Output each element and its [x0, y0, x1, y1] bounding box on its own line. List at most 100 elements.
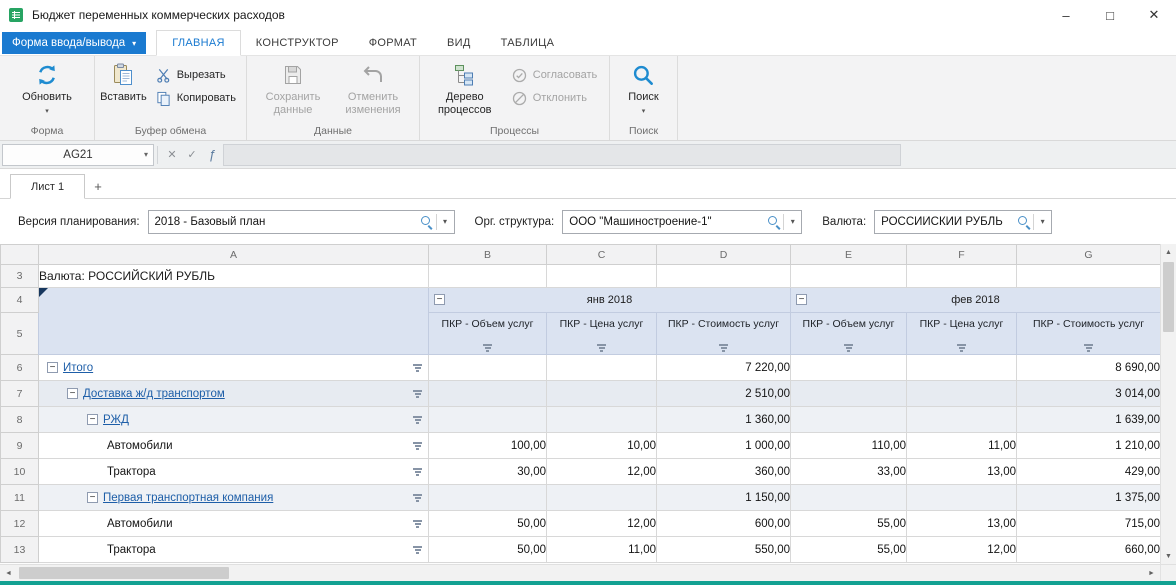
cell-C7[interactable]	[547, 381, 657, 407]
cell-C3[interactable]	[547, 265, 657, 288]
tab-designer[interactable]: КОНСТРУКТОР	[241, 30, 354, 55]
refresh-button[interactable]: Обновить ▾	[22, 59, 72, 118]
cell-B10[interactable]: 30,00	[429, 459, 547, 485]
horizontal-scroll-thumb[interactable]	[19, 567, 229, 579]
sheet-tab-list1[interactable]: Лист 1	[10, 174, 85, 199]
org-dropdown-icon[interactable]: ▾	[784, 217, 801, 226]
paste-button[interactable]: Вставить	[100, 59, 147, 104]
measure-header-6[interactable]: ПКР - Стоимость услуг	[1017, 313, 1161, 355]
measure-header-1[interactable]: ПКР - Объем услуг	[429, 313, 547, 355]
close-button[interactable]: ✕	[1132, 0, 1176, 30]
copy-button[interactable]: Копировать	[151, 88, 241, 108]
cell-F10[interactable]: 13,00	[907, 459, 1017, 485]
currency-dropdown-icon[interactable]: ▾	[1034, 217, 1051, 226]
version-search-icon[interactable]	[420, 215, 433, 228]
row-filter-icon[interactable]	[413, 468, 422, 476]
cell-F8[interactable]	[907, 407, 1017, 433]
cell-D10[interactable]: 360,00	[657, 459, 791, 485]
column-header-C[interactable]: C	[547, 245, 657, 265]
measure-header-2[interactable]: ПКР - Цена услуг	[547, 313, 657, 355]
column-header-B[interactable]: B	[429, 245, 547, 265]
row-filter-icon[interactable]	[413, 364, 422, 372]
horizontal-scrollbar[interactable]: ◄ ►	[0, 564, 1176, 581]
month-group-header-1[interactable]: −янв 2018	[429, 288, 791, 313]
cell-E6[interactable]	[791, 355, 907, 381]
cell-F9[interactable]: 11,00	[907, 433, 1017, 459]
cell-D11[interactable]: 1 150,00	[657, 485, 791, 511]
collapse-month-icon[interactable]: −	[434, 294, 445, 305]
cell-E9[interactable]: 110,00	[791, 433, 907, 459]
maximize-button[interactable]: □	[1088, 0, 1132, 30]
cell-C12[interactable]: 12,00	[547, 511, 657, 537]
search-button[interactable]: Поиск ▾	[628, 59, 658, 118]
month-group-header-2[interactable]: −фев 2018	[791, 288, 1161, 313]
cell-C8[interactable]	[547, 407, 657, 433]
cell-D6[interactable]: 7 220,00	[657, 355, 791, 381]
cell-A6[interactable]: −Итого	[39, 355, 429, 381]
cell-C9[interactable]: 10,00	[547, 433, 657, 459]
cell-B7[interactable]	[429, 381, 547, 407]
cell-F6[interactable]	[907, 355, 1017, 381]
row-header-5[interactable]: 5	[1, 313, 39, 355]
cell-F7[interactable]	[907, 381, 1017, 407]
row-filter-icon[interactable]	[413, 520, 422, 528]
collapse-row-icon[interactable]: −	[67, 388, 78, 399]
insert-function-icon[interactable]: ƒ	[203, 145, 221, 165]
measure-filter-icon[interactable]	[844, 344, 853, 352]
cell-E10[interactable]: 33,00	[791, 459, 907, 485]
cell-B6[interactable]	[429, 355, 547, 381]
column-header-A[interactable]: A	[39, 245, 429, 265]
scroll-right-button[interactable]: ►	[1143, 565, 1160, 581]
cell-B9[interactable]: 100,00	[429, 433, 547, 459]
cell-G11[interactable]: 1 375,00	[1017, 485, 1161, 511]
cell-G8[interactable]: 1 639,00	[1017, 407, 1161, 433]
vertical-scroll-track[interactable]	[1161, 260, 1176, 548]
cell-D12[interactable]: 600,00	[657, 511, 791, 537]
collapse-month-icon[interactable]: −	[796, 294, 807, 305]
org-search-icon[interactable]	[767, 215, 780, 228]
measure-filter-icon[interactable]	[483, 344, 492, 352]
cell-A8[interactable]: −РЖД	[39, 407, 429, 433]
confirm-entry-icon[interactable]: ✓	[183, 145, 201, 165]
scroll-up-button[interactable]: ▲	[1161, 244, 1176, 260]
cell-A12[interactable]: Автомобили	[39, 511, 429, 537]
row-filter-icon[interactable]	[413, 390, 422, 398]
tab-view[interactable]: ВИД	[432, 30, 486, 55]
collapse-row-icon[interactable]: −	[47, 362, 58, 373]
cell-B13[interactable]: 50,00	[429, 537, 547, 563]
cell-B8[interactable]	[429, 407, 547, 433]
cell-A13[interactable]: Трактора	[39, 537, 429, 563]
formula-input[interactable]	[223, 144, 901, 166]
cell-name-box[interactable]: AG21 ▾	[2, 144, 154, 166]
cell-G7[interactable]: 3 014,00	[1017, 381, 1161, 407]
cell-D13[interactable]: 550,00	[657, 537, 791, 563]
cell-F13[interactable]: 12,00	[907, 537, 1017, 563]
row-label[interactable]: Итого	[63, 362, 93, 374]
scroll-down-button[interactable]: ▼	[1161, 548, 1176, 564]
select-all-corner[interactable]	[1, 245, 39, 265]
cell-C6[interactable]	[547, 355, 657, 381]
version-dropdown-icon[interactable]: ▾	[437, 217, 454, 226]
horizontal-scroll-track[interactable]	[17, 565, 1143, 581]
collapse-row-icon[interactable]: −	[87, 414, 98, 425]
cell-E7[interactable]	[791, 381, 907, 407]
cell-D8[interactable]: 1 360,00	[657, 407, 791, 433]
row-filter-icon[interactable]	[413, 546, 422, 554]
cell-A7[interactable]: −Доставка ж/д транспортом	[39, 381, 429, 407]
row-header-4[interactable]: 4	[1, 288, 39, 313]
cell-C10[interactable]: 12,00	[547, 459, 657, 485]
version-filter-combo[interactable]: 2018 - Базовый план ▾	[148, 210, 455, 234]
measure-header-4[interactable]: ПКР - Объем услуг	[791, 313, 907, 355]
row-filter-icon[interactable]	[413, 442, 422, 450]
row-header-6[interactable]: 6	[1, 355, 39, 381]
cell-B12[interactable]: 50,00	[429, 511, 547, 537]
process-tree-button[interactable]: Дерево процессов	[427, 59, 503, 116]
row-header-12[interactable]: 12	[1, 511, 39, 537]
name-box-dropdown-icon[interactable]: ▾	[144, 150, 148, 159]
tab-main[interactable]: ГЛАВНАЯ	[156, 30, 241, 56]
currency-filter-combo[interactable]: РОССИЙСКИЙ РУБЛЬ ▾	[874, 210, 1052, 234]
row-filter-icon[interactable]	[413, 494, 422, 502]
measure-filter-icon[interactable]	[597, 344, 606, 352]
tab-format[interactable]: ФОРМАТ	[354, 30, 432, 55]
measure-header-3[interactable]: ПКР - Стоимость услуг	[657, 313, 791, 355]
